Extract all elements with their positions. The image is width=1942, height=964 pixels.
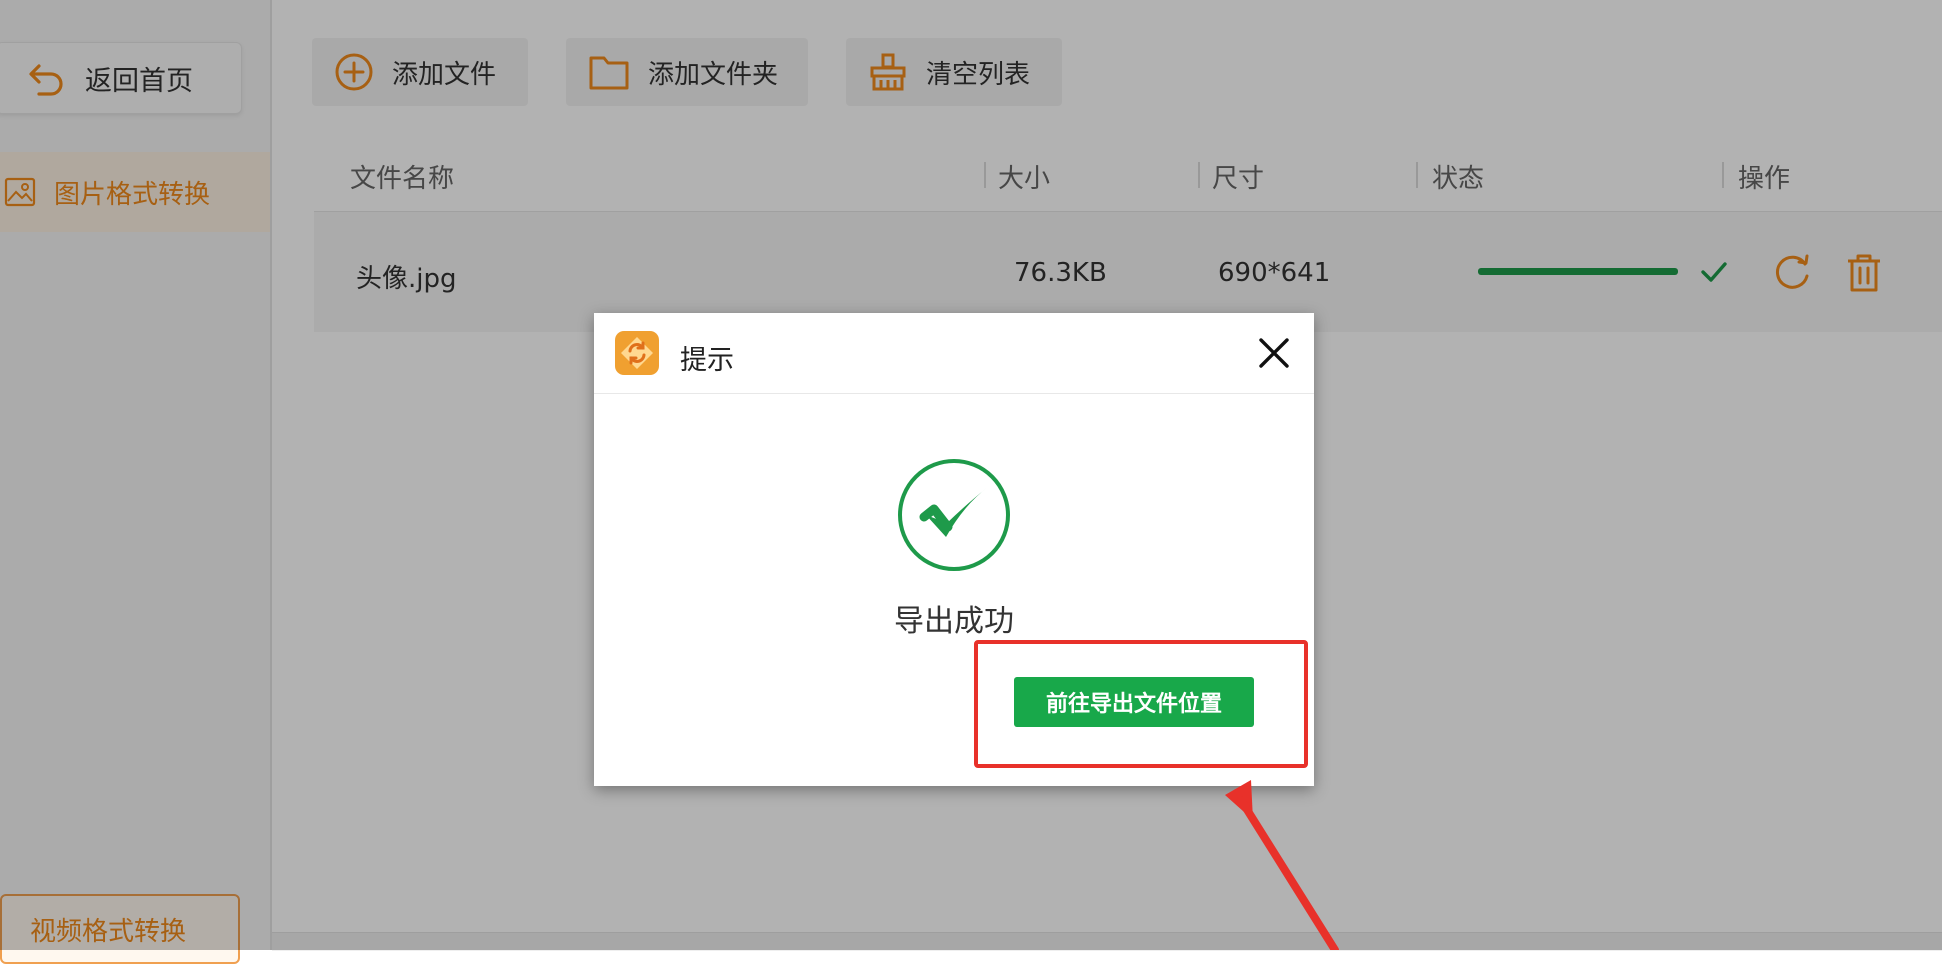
- success-message: 导出成功: [894, 604, 1014, 639]
- success-check-icon: [898, 459, 1010, 571]
- dialog-header: 提示: [594, 313, 1314, 394]
- annotation-arrow-icon: [1225, 780, 1339, 950]
- close-icon[interactable]: [1256, 335, 1292, 371]
- dialog-title: 提示: [680, 345, 734, 376]
- app-logo-icon: [615, 331, 659, 375]
- annotation-highlight-box: [974, 640, 1308, 768]
